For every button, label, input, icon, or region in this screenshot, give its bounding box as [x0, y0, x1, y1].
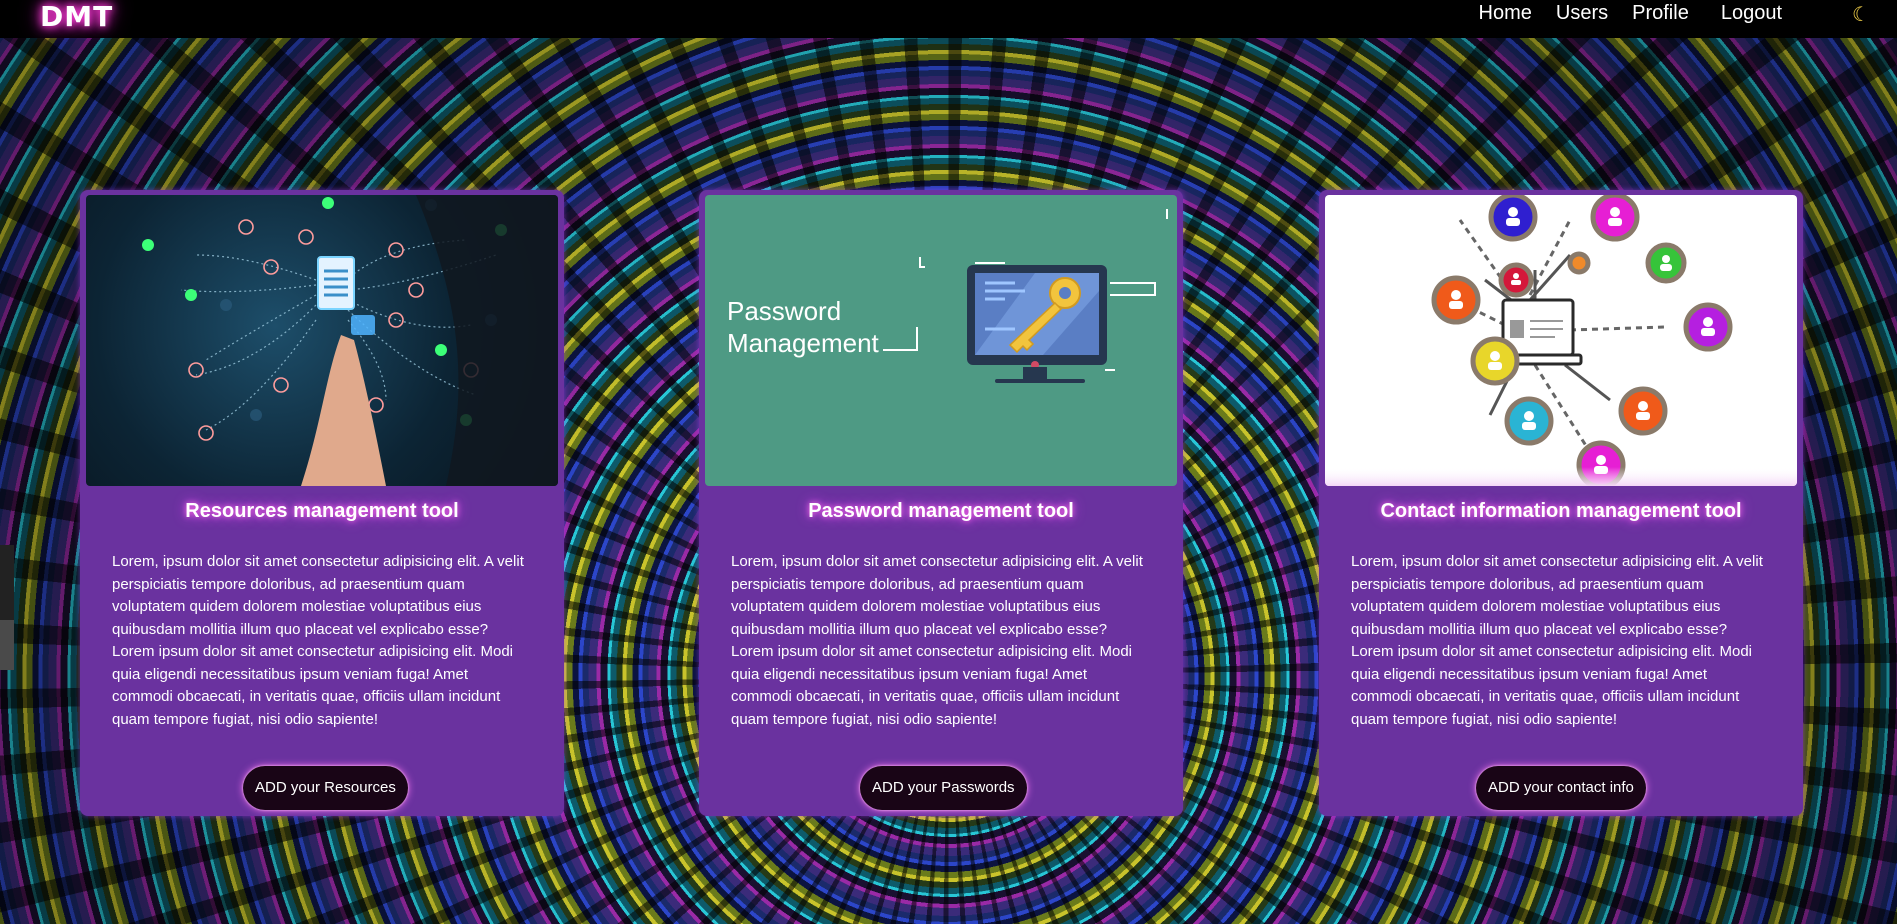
card-title: Password management tool: [808, 500, 1074, 522]
image-caption-line2: Management: [727, 328, 880, 358]
moon-icon[interactable]: ☾: [1852, 2, 1870, 27]
monitor-key-icon: Password Management: [727, 209, 1168, 383]
nav-link-users[interactable]: Users: [1556, 0, 1608, 26]
side-tab: [0, 545, 14, 670]
add-contact-info-button[interactable]: ADD your contact info: [1476, 766, 1646, 810]
image-caption-line1: Password: [727, 296, 841, 326]
logo[interactable]: DMT: [40, 0, 113, 34]
card-title: Contact information management tool: [1380, 500, 1742, 522]
nav-link-logout[interactable]: Logout: [1721, 0, 1782, 26]
contact-network-icon: [1325, 195, 1797, 486]
passwords-image: Password Management: [705, 195, 1177, 486]
navbar: DMT Home Users Profile Logout ☾: [0, 0, 1897, 38]
card-contacts: Contact information management tool Lore…: [1319, 190, 1803, 816]
document-network-icon: [142, 195, 558, 486]
resources-image: [86, 195, 558, 486]
card-description: Lorem, ipsum dolor sit amet consectetur …: [1351, 553, 1763, 728]
add-resources-button[interactable]: ADD your Resources: [243, 766, 408, 810]
card-description: Lorem, ipsum dolor sit amet consectetur …: [731, 553, 1143, 728]
card-passwords: Password Management Password management …: [699, 190, 1183, 816]
card-resources: Resources management tool Lorem, ipsum d…: [80, 190, 564, 816]
contacts-image: [1325, 195, 1797, 486]
nav-links: Home Users Profile Logout: [1455, 0, 1782, 26]
add-passwords-button[interactable]: ADD your Passwords: [860, 766, 1027, 810]
nav-link-home[interactable]: Home: [1479, 0, 1532, 26]
card-description: Lorem, ipsum dolor sit amet consectetur …: [112, 553, 524, 728]
card-title: Resources management tool: [185, 500, 459, 522]
nav-link-profile[interactable]: Profile: [1632, 0, 1689, 26]
